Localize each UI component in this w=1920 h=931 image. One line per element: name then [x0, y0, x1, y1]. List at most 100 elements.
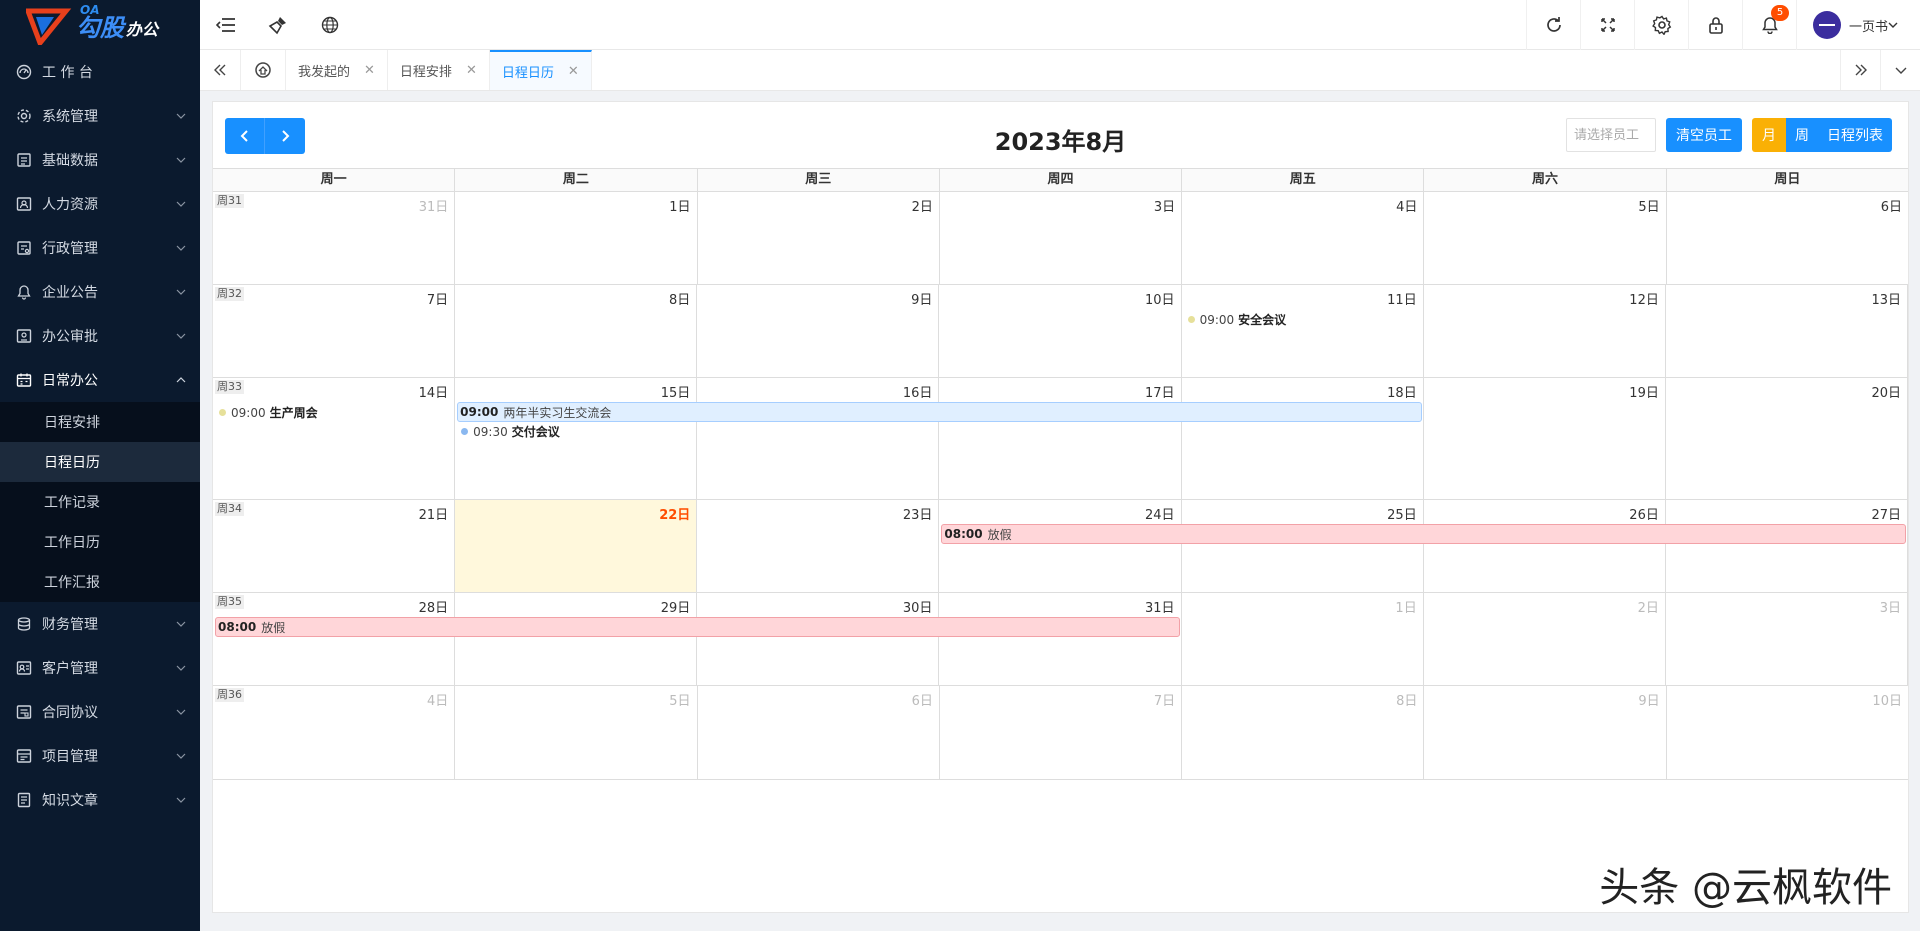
day-number[interactable]: 12日 — [1629, 289, 1659, 308]
day-number[interactable]: 31日 — [419, 196, 449, 215]
day-number[interactable]: 22日 — [659, 504, 690, 523]
fullscreen-icon[interactable] — [1580, 0, 1634, 50]
day-cell-today[interactable]: 22日 — [455, 500, 698, 592]
refresh-icon[interactable] — [1526, 0, 1580, 50]
clear-employee-button[interactable]: 清空员工 — [1666, 118, 1742, 152]
sidebar-subitem-1[interactable]: 日程日历 — [0, 442, 200, 482]
day-cell[interactable]: 7日 — [940, 686, 1183, 779]
day-number[interactable]: 31日 — [1145, 597, 1175, 616]
day-number[interactable]: 27日 — [1871, 504, 1901, 523]
sidebar-item-1[interactable]: 系统管理 — [0, 94, 200, 138]
calendar-event[interactable]: 09:00 生产周会 — [219, 404, 318, 421]
day-cell[interactable]: 16日 — [697, 378, 940, 499]
close-icon[interactable]: ✕ — [364, 63, 375, 78]
close-icon[interactable]: ✕ — [466, 63, 477, 78]
collapse-menu-icon[interactable] — [200, 0, 252, 50]
day-number[interactable]: 7日 — [427, 289, 448, 308]
day-number[interactable]: 4日 — [1396, 196, 1417, 215]
day-cell[interactable]: 31日 — [939, 593, 1182, 685]
day-cell[interactable]: 2日 — [1424, 593, 1666, 685]
day-cell[interactable]: 10日 — [939, 285, 1182, 377]
day-number[interactable]: 14日 — [419, 382, 449, 401]
globe-icon[interactable] — [304, 0, 356, 50]
day-cell[interactable]: 5日 — [1424, 192, 1667, 284]
day-number[interactable]: 21日 — [419, 504, 449, 523]
app-logo[interactable]: 勾股 办公 OA — [0, 0, 200, 50]
day-cell[interactable]: 30日 — [697, 593, 940, 685]
sidebar-subitem-4[interactable]: 工作汇报 — [0, 562, 200, 602]
day-cell[interactable]: 1日 — [1182, 593, 1424, 685]
day-cell[interactable]: 9日 — [1424, 686, 1667, 779]
calendar-event[interactable]: 09:30 交付会议 — [461, 423, 560, 440]
day-cell[interactable]: 23日 — [697, 500, 940, 592]
calendar-event-bar[interactable]: 09:00 两年半实习生交流会 — [457, 402, 1422, 422]
sidebar-item-2[interactable]: 基础数据 — [0, 138, 200, 182]
day-cell[interactable]: 9日 — [697, 285, 940, 377]
day-cell[interactable]: 2日 — [698, 192, 940, 284]
day-number[interactable]: 29日 — [661, 597, 691, 616]
day-cell[interactable]: 13日 — [1666, 285, 1908, 377]
calendar-event[interactable]: 09:00 安全会议 — [1187, 311, 1286, 328]
day-number[interactable]: 3日 — [1154, 196, 1175, 215]
day-cell[interactable]: 周32 7日 — [213, 285, 456, 377]
sidebar-subitem-0[interactable]: 日程安排 — [0, 402, 200, 442]
tabs-scroll-right-icon[interactable] — [1840, 50, 1880, 90]
day-number[interactable]: 25日 — [1387, 504, 1417, 523]
sidebar-item-7[interactable]: 日常办公 — [0, 358, 200, 402]
day-number[interactable]: 2日 — [912, 196, 933, 215]
day-number[interactable]: 8日 — [1396, 690, 1417, 709]
view-button-0[interactable]: 月 — [1752, 118, 1786, 152]
sidebar-item-11[interactable]: 项目管理 — [0, 734, 200, 778]
day-cell[interactable]: 8日 — [1182, 686, 1425, 779]
day-cell[interactable]: 6日 — [1667, 192, 1908, 284]
day-cell[interactable]: 3日 — [940, 192, 1183, 284]
sidebar-item-3[interactable]: 人力资源 — [0, 182, 200, 226]
clean-cache-icon[interactable] — [252, 0, 304, 50]
day-cell[interactable]: 5日 — [455, 686, 698, 779]
day-number[interactable]: 11日 — [1387, 289, 1417, 308]
notification-bell-icon[interactable]: 5 — [1742, 0, 1796, 50]
day-number[interactable]: 10日 — [1872, 690, 1902, 709]
day-number[interactable]: 17日 — [1145, 382, 1175, 401]
day-number[interactable]: 19日 — [1629, 382, 1659, 401]
tab-1[interactable]: 日程安排 ✕ — [388, 50, 490, 90]
tabs-more-chevron-down-icon[interactable] — [1880, 50, 1920, 90]
day-cell[interactable]: 27日 — [1666, 500, 1908, 592]
day-cell[interactable]: 11日 — [1182, 285, 1424, 377]
day-number[interactable]: 18日 — [1387, 382, 1417, 401]
day-number[interactable]: 6日 — [912, 690, 933, 709]
day-number[interactable]: 15日 — [661, 382, 691, 401]
calendar-event-bar[interactable]: 08:00 放假 — [941, 524, 1906, 544]
day-cell[interactable]: 17日 — [939, 378, 1182, 499]
day-number[interactable]: 16日 — [903, 382, 933, 401]
day-cell[interactable]: 周33 14日 — [213, 378, 456, 499]
day-cell[interactable]: 1日 — [455, 192, 698, 284]
day-number[interactable]: 30日 — [903, 597, 933, 616]
home-tab-icon[interactable] — [240, 50, 286, 90]
calendar-event-bar[interactable]: 08:00 放假 — [215, 617, 1180, 637]
day-number[interactable]: 1日 — [1395, 597, 1416, 616]
day-number[interactable]: 10日 — [1145, 289, 1175, 308]
day-number[interactable]: 9日 — [911, 289, 932, 308]
day-number[interactable]: 1日 — [669, 196, 690, 215]
day-number[interactable]: 2日 — [1638, 597, 1659, 616]
day-number[interactable]: 26日 — [1629, 504, 1659, 523]
day-number[interactable]: 7日 — [1154, 690, 1175, 709]
close-icon[interactable]: ✕ — [568, 64, 579, 79]
sidebar-item-9[interactable]: 客户管理 — [0, 646, 200, 690]
gear-icon[interactable] — [1634, 0, 1688, 50]
day-cell[interactable]: 26日 — [1424, 500, 1666, 592]
day-cell[interactable]: 24日 — [939, 500, 1182, 592]
day-cell[interactable]: 6日 — [698, 686, 940, 779]
day-number[interactable]: 5日 — [1638, 196, 1659, 215]
day-number[interactable]: 13日 — [1871, 289, 1901, 308]
day-cell[interactable]: 8日 — [455, 285, 698, 377]
sidebar-item-8[interactable]: 财务管理 — [0, 602, 200, 646]
day-cell[interactable]: 10日 — [1667, 686, 1908, 779]
day-number[interactable]: 9日 — [1638, 690, 1659, 709]
sidebar-item-10[interactable]: 合同协议 — [0, 690, 200, 734]
tabs-scroll-left-icon[interactable] — [200, 50, 240, 90]
day-number[interactable]: 5日 — [669, 690, 690, 709]
day-cell[interactable]: 12日 — [1424, 285, 1666, 377]
view-button-1[interactable]: 周 — [1786, 118, 1818, 152]
